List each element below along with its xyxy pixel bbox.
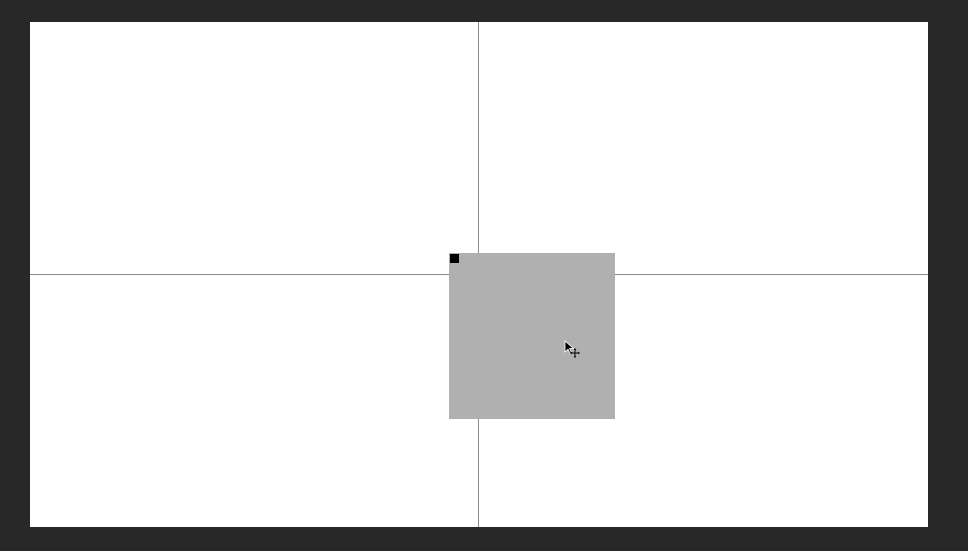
gray-square-layer[interactable]	[449, 253, 615, 419]
selection-anchor-handle[interactable]	[450, 254, 459, 263]
